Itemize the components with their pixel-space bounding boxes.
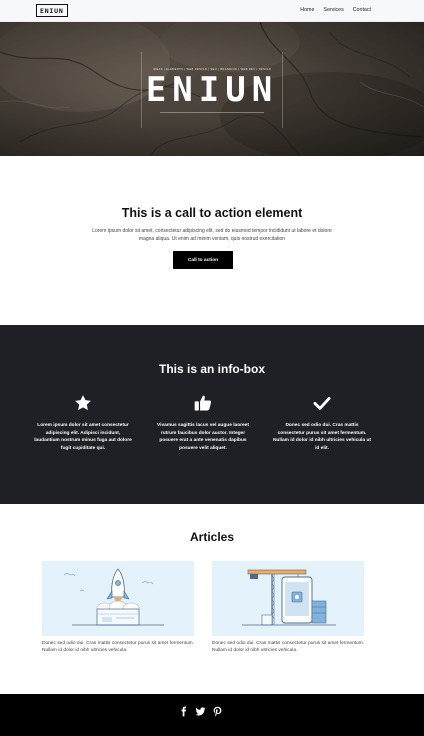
info-box-item: Lorem ipsum dolor sit amet consectetur a… [33,393,133,452]
checkmark-icon [313,397,331,410]
nav-logo[interactable]: ENIUN [36,4,68,17]
info-box-item: Donec sed odio dui. Cras mattis consecte… [272,393,372,452]
nav-link-home[interactable]: Home [300,7,314,13]
nav-link-contact[interactable]: Contact [353,7,371,13]
hero-divider [160,112,264,113]
articles-section: Articles Donec sed odio dui. Cras mattis… [0,504,424,694]
article-excerpt: Donec sed odio dui. Cras mattis consecte… [42,641,194,653]
nav-link-services[interactable]: Services [323,7,343,13]
cta-text: Lorem ipsum dolor sit amet, consectetur … [92,228,332,242]
twitter-icon[interactable] [195,706,206,717]
articles-title: Articles [189,530,235,544]
call-to-action-button[interactable]: Call to action [173,251,233,269]
pinterest-icon[interactable] [212,706,223,717]
hero-banner: IDEAS | ELEMENTS | WEB DESIGN | SEO | BR… [0,22,424,156]
construction-crane-phone-illustration [212,561,364,636]
info-box-item: Vivamus sagittis lacus vel augue laoreet… [153,393,253,452]
facebook-icon[interactable] [178,706,189,717]
info-box-text: Lorem ipsum dolor sit amet consectetur a… [34,423,132,451]
info-box-text: Vivamus sagittis lacus vel augue laoreet… [157,423,249,451]
article-excerpt: Donec sed odio dui. Cras mattis consecte… [212,641,364,653]
hero-brand-title: ENIUN [145,70,279,110]
thumbs-up-icon [194,395,212,411]
social-links [178,706,223,717]
info-box-section: This is an info-box Lorem ipsum dolor si… [0,325,424,504]
cta-title: This is a call to action element [121,206,303,220]
nav-links: Home Services Contact [300,7,371,13]
cta-section: This is a call to action element Lorem i… [0,156,424,325]
info-box-text: Donec sed odio dui. Cras mattis consecte… [272,423,372,451]
rocket-launch-illustration [42,561,194,636]
info-box-title: This is an info-box [158,362,265,376]
article-card[interactable]: Donec sed odio dui. Cras mattis consecte… [42,561,194,654]
star-icon [75,395,91,411]
footer [0,694,424,736]
navbar: ENIUN Home Services Contact [0,0,424,22]
article-card[interactable]: Donec sed odio dui. Cras mattis consecte… [212,561,364,654]
